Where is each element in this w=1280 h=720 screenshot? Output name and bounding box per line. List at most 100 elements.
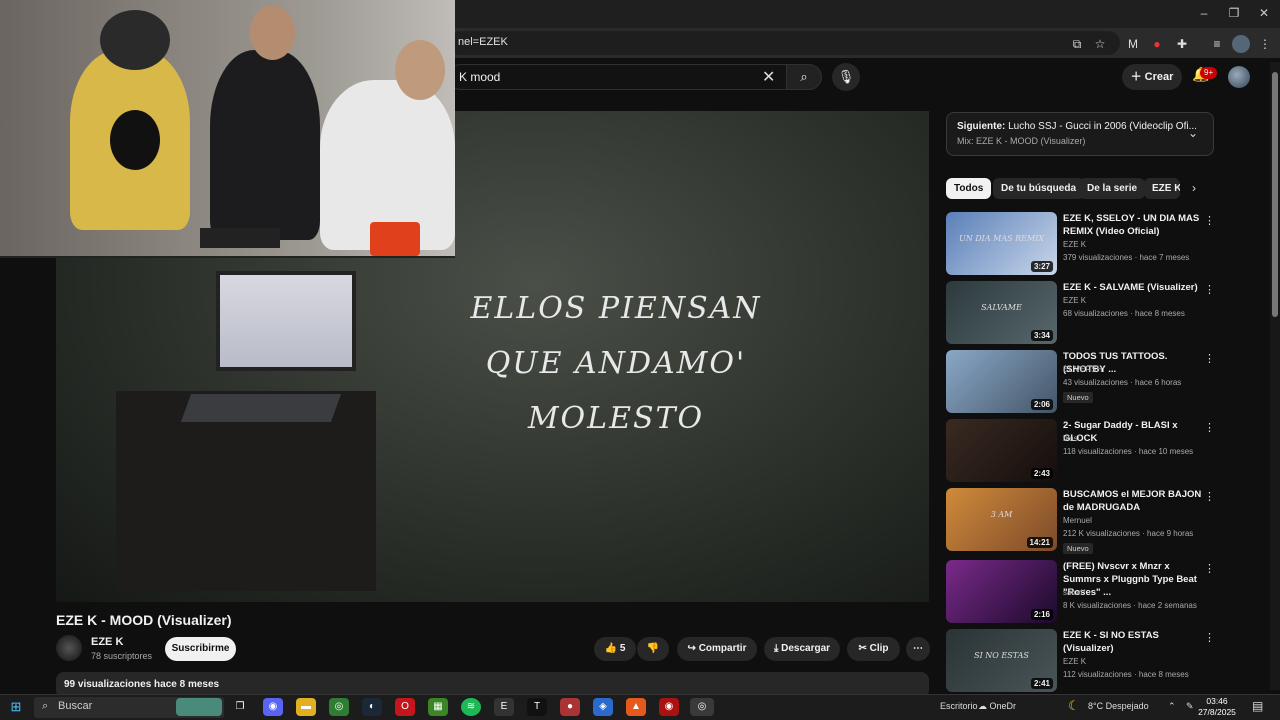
windows-start-icon[interactable]: ⊞: [8, 699, 24, 715]
video-thumbnail[interactable]: SALVAME 3:34: [946, 281, 1057, 344]
extension-red-icon[interactable]: ●: [1148, 35, 1166, 53]
video-item-title[interactable]: EZE K - SALVAME (Visualizer): [1063, 281, 1203, 294]
spotify-icon[interactable]: ≋: [461, 698, 481, 716]
clear-search-icon[interactable]: ✕: [762, 67, 775, 87]
microphone-prop: [110, 110, 160, 170]
search-button[interactable]: ⌕: [786, 64, 822, 90]
video-item-channel[interactable]: satori*: [1063, 588, 1086, 597]
chip-eze-k[interactable]: EZE K: [1144, 178, 1180, 199]
video-item-channel[interactable]: EZE K: [1063, 657, 1086, 666]
brave-icon[interactable]: ▲: [626, 698, 646, 716]
subscribe-button[interactable]: Suscribirme: [165, 637, 236, 661]
extensions-puzzle-icon[interactable]: ✚: [1173, 35, 1191, 53]
more-vertical-icon[interactable]: ⋮: [1204, 490, 1215, 503]
thumbnail-text: SALVAME: [981, 303, 1022, 312]
voice-search-button[interactable]: 🎙: [832, 63, 860, 91]
more-vertical-icon[interactable]: ⋮: [1204, 214, 1215, 227]
recommended-video-item[interactable]: SALVAME 3:34 EZE K - SALVAME (Visualizer) E…: [946, 281, 1216, 347]
like-button[interactable]: 👍 5: [594, 637, 636, 661]
file-explorer-icon[interactable]: ▬: [296, 698, 316, 716]
chip-todos[interactable]: Todos: [946, 178, 992, 199]
video-item-title[interactable]: EZE K - SI NO ESTAS (Visualizer): [1063, 629, 1203, 655]
notifications-center-icon[interactable]: ▤: [1252, 699, 1263, 713]
chrome-active-icon[interactable]: ◎: [690, 698, 714, 716]
video-item-title[interactable]: BUSCAMOS el MEJOR BAJON de MADRUGADA: [1063, 488, 1203, 514]
dislike-button[interactable]: 👎: [637, 637, 669, 661]
channel-avatar[interactable]: [56, 635, 82, 661]
video-thumbnail[interactable]: 3 AM 14:21: [946, 488, 1057, 551]
app-pink-icon[interactable]: ●: [560, 698, 580, 716]
video-scene-monitor: [216, 271, 356, 371]
bookmark-star-icon[interactable]: ☆: [1091, 35, 1109, 53]
chrome-icon[interactable]: ◎: [329, 698, 349, 716]
cast-icon[interactable]: ⧉: [1068, 35, 1086, 53]
minecraft-icon[interactable]: ▦: [428, 698, 448, 716]
extension-m-icon[interactable]: M: [1124, 35, 1142, 53]
chevron-down-icon[interactable]: ⌄: [1188, 126, 1198, 140]
maximize-button[interactable]: ❐: [1224, 6, 1244, 22]
chip-de-tu-busqueda[interactable]: De tu búsqueda: [993, 178, 1085, 199]
weather-moon-icon[interactable]: ☾: [1068, 698, 1080, 714]
up-next-box[interactable]: Siguiente: Lucho SSJ - Gucci in 2006 (Vi…: [946, 112, 1214, 156]
desktop-label[interactable]: Escritorio: [940, 701, 978, 711]
opera-icon[interactable]: O: [395, 698, 415, 716]
scissors-icon: ✂: [858, 643, 870, 654]
tray-overflow-icon[interactable]: ⌃: [1168, 701, 1176, 712]
video-thumbnail[interactable]: 2:06: [946, 350, 1057, 413]
video-thumbnail[interactable]: 2:43: [946, 419, 1057, 482]
task-view-icon[interactable]: ❐: [230, 698, 250, 716]
search-highlight-image[interactable]: [176, 698, 222, 716]
recommended-video-item[interactable]: UN DIA MAS REMIX 3:27 EZE K, SSELOY - UN D…: [946, 212, 1216, 278]
video-item-title[interactable]: EZE K, SSELOY - UN DIA MAS REMIX (Video …: [1063, 212, 1203, 238]
video-duration: 2:41: [1030, 678, 1053, 689]
download-button[interactable]: ⤓ Descargar: [764, 637, 840, 661]
scrollbar-thumb[interactable]: [1272, 72, 1278, 317]
close-window-button[interactable]: ✕: [1254, 6, 1274, 22]
channel-name[interactable]: EZE K: [91, 636, 123, 648]
reading-list-icon[interactable]: ≡: [1208, 35, 1226, 53]
search-input[interactable]: K mood: [448, 64, 788, 90]
pen-icon[interactable]: ✎: [1186, 701, 1194, 712]
epic-games-icon[interactable]: E: [494, 698, 514, 716]
browser-menu-icon[interactable]: ⋮: [1256, 35, 1274, 53]
profile-icon[interactable]: [1232, 35, 1250, 53]
recommended-video-item[interactable]: 2:16 (FREE) Nvscvr x Mnzr x Summrs x Plug…: [946, 560, 1216, 626]
tradingview-icon[interactable]: T: [527, 698, 547, 716]
account-avatar[interactable]: [1228, 66, 1250, 88]
person-middle: [210, 50, 320, 240]
copilot-icon[interactable]: ◈: [593, 698, 613, 716]
create-button[interactable]: ＋ Crear: [1122, 64, 1182, 90]
more-vertical-icon[interactable]: ⋮: [1204, 421, 1215, 434]
video-thumbnail[interactable]: 2:16: [946, 560, 1057, 623]
more-vertical-icon[interactable]: ⋮: [1204, 352, 1215, 365]
recommended-video-item[interactable]: 3 AM 14:21 BUSCAMOS el MEJOR BAJON de MADR…: [946, 488, 1216, 554]
chips-next-arrow-icon[interactable]: ›: [1192, 181, 1196, 195]
video-item-channel[interactable]: EL VERSHI: [1063, 365, 1105, 374]
screen-recorder-icon[interactable]: ◉: [659, 698, 679, 716]
lyrics-line: QUE ANDAMO': [485, 346, 747, 381]
recommended-video-item[interactable]: 2:06 TODOS TUS TATTOOS. (SHOTBY ... EL VER…: [946, 350, 1216, 416]
recommended-video-item[interactable]: 2:43 2- Sugar Daddy - BLASI x GLOCK blasi 1…: [946, 419, 1216, 485]
more-actions-button[interactable]: ⋯: [906, 637, 930, 661]
video-thumbnail[interactable]: SI NO ESTAS 2:41: [946, 629, 1057, 692]
video-item-channel[interactable]: blasi: [1063, 434, 1079, 443]
video-item-channel[interactable]: EZE K: [1063, 240, 1086, 249]
share-button[interactable]: ↪ Compartir: [677, 637, 757, 661]
onedrive-label[interactable]: ☁ OneDr: [978, 701, 1016, 712]
discord-icon[interactable]: ◉: [263, 698, 283, 716]
address-bar[interactable]: nel=EZEK: [448, 31, 1120, 55]
weather-text[interactable]: 8°C Despejado: [1088, 701, 1149, 711]
minimize-button[interactable]: –: [1194, 6, 1214, 22]
taskbar-clock[interactable]: 03:46 27/8/2025: [1198, 696, 1236, 718]
steam-icon[interactable]: ◐: [362, 698, 382, 716]
more-vertical-icon[interactable]: ⋮: [1204, 283, 1215, 296]
clip-button[interactable]: ✂ Clip: [847, 637, 900, 661]
more-vertical-icon[interactable]: ⋮: [1204, 562, 1215, 575]
chip-de-la-serie[interactable]: De la serie: [1079, 178, 1146, 199]
video-item-title[interactable]: 2- Sugar Daddy - BLASI x GLOCK: [1063, 419, 1203, 445]
more-vertical-icon[interactable]: ⋮: [1204, 631, 1215, 644]
video-item-channel[interactable]: Mernuel: [1063, 516, 1092, 525]
video-thumbnail[interactable]: UN DIA MAS REMIX 3:27: [946, 212, 1057, 275]
video-item-channel[interactable]: EZE K: [1063, 296, 1086, 305]
recommended-video-item[interactable]: SI NO ESTAS 2:41 EZE K - SI NO ESTAS (Visu…: [946, 629, 1216, 695]
